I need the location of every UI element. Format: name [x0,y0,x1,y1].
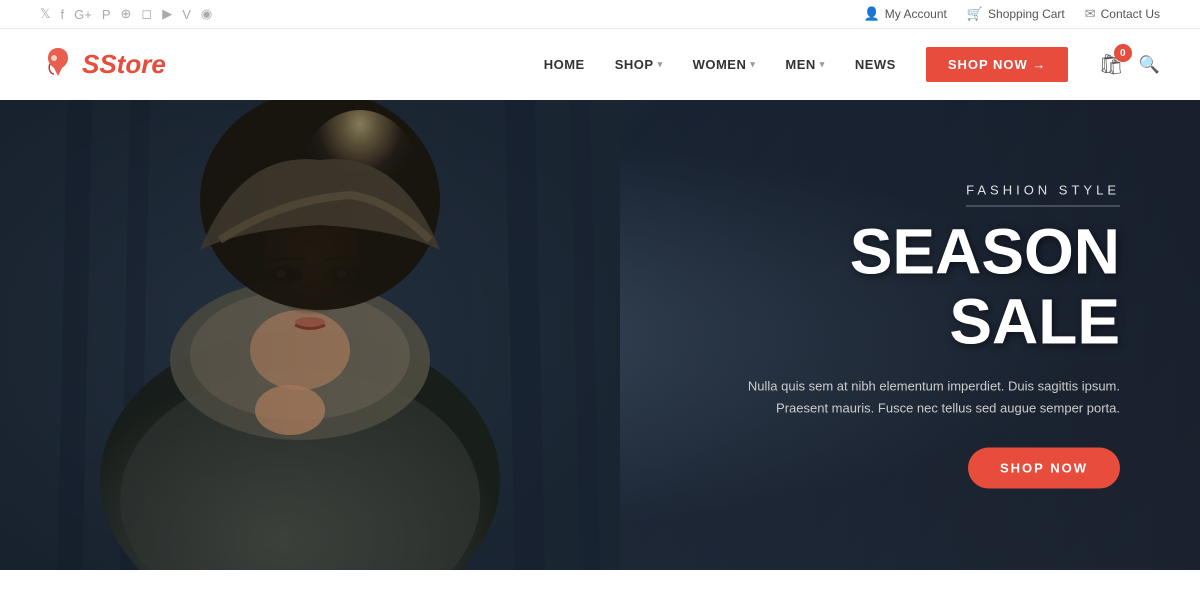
main-nav: HOME SHOP ▾ WOMEN ▾ MEN ▾ NEWS SHOP NOW … [544,47,1160,82]
shop-now-button[interactable]: SHOP NOW → [926,47,1069,82]
logo-icon [40,44,76,85]
hero-subtitle: FASHION STYLE [966,183,1120,207]
facebook-icon[interactable]: f [60,7,64,22]
women-dropdown-arrow: ▾ [750,59,755,70]
men-dropdown-arrow: ▾ [820,59,825,70]
youtube-icon[interactable]: ▶ [162,6,172,22]
account-icon: 👤 [864,6,880,22]
hero-cta-button[interactable]: SHOP NOW [968,447,1120,488]
google-plus-icon[interactable]: G+ [74,7,92,22]
cart-top-icon: 🛒 [967,6,983,22]
hero-title: SEASON SALE [700,217,1120,358]
nav-shop[interactable]: SHOP ▾ [615,57,663,72]
instagram-icon[interactable]: ◻ [141,6,152,22]
flickr-icon[interactable]: ⊕ [121,6,132,22]
hero-content: FASHION STYLE SEASON SALE Nulla quis sem… [700,182,1120,489]
contact-icon: ✉ [1085,6,1096,22]
top-bar: 𝕏 f G+ P ⊕ ◻ ▶ V ◉ 👤 My Account 🛒 Shoppi… [0,0,1200,29]
search-icon[interactable]: 🔍 [1139,55,1160,75]
cart-badge: 0 [1114,44,1132,62]
header: SStore HOME SHOP ▾ WOMEN ▾ MEN ▾ NEWS SH… [0,29,1200,100]
nav-women[interactable]: WOMEN ▾ [693,57,756,72]
pinterest-icon[interactable]: P [102,7,111,22]
shopping-cart-link[interactable]: 🛒 Shopping Cart [967,6,1065,22]
nav-news[interactable]: NEWS [855,57,896,72]
vimeo-icon[interactable]: V [182,7,191,22]
top-links: 👤 My Account 🛒 Shopping Cart ✉ Contact U… [864,6,1160,22]
nav-actions: 🛍 0 🔍 [1098,52,1160,77]
rss-icon[interactable]: ◉ [201,6,212,22]
nav-home[interactable]: HOME [544,57,585,72]
social-icons: 𝕏 f G+ P ⊕ ◻ ▶ V ◉ [40,6,212,22]
twitter-icon[interactable]: 𝕏 [40,6,50,22]
nav-men[interactable]: MEN ▾ [785,57,824,72]
hero-section: FASHION STYLE SEASON SALE Nulla quis sem… [0,100,1200,570]
logo-text: SStore [82,49,166,80]
shop-dropdown-arrow: ▾ [658,59,663,70]
my-account-link[interactable]: 👤 My Account [864,6,947,22]
contact-us-link[interactable]: ✉ Contact Us [1085,6,1160,22]
hero-description: Nulla quis sem at nibh elementum imperdi… [700,375,1120,419]
cart-icon-wrap[interactable]: 🛍 0 [1098,52,1123,77]
logo[interactable]: SStore [40,44,166,85]
